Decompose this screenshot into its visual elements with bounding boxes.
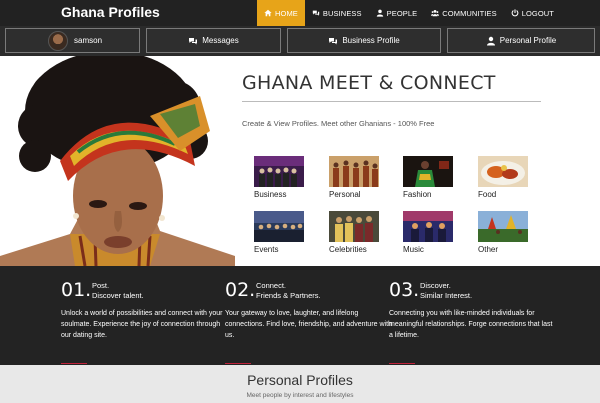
feature-description: Your gateway to love, laughter, and life… — [225, 310, 392, 339]
brand-logo[interactable]: Ghana Profiles — [61, 4, 160, 20]
nav-logout[interactable]: LOGOUT — [504, 0, 561, 26]
feature-underline — [225, 363, 251, 364]
feature-heading: Post. — [92, 281, 110, 290]
users-icon — [431, 10, 440, 17]
chat-icon — [329, 37, 338, 44]
nav-people[interactable]: PEOPLE — [369, 0, 425, 26]
personal-profiles-section: Personal Profiles Meet people by interes… — [0, 365, 600, 403]
category-label: Celebrities — [329, 245, 367, 254]
category-tile-celebrities[interactable]: Celebrities — [329, 211, 381, 254]
business-thumbnail — [254, 156, 304, 187]
features-band: 01. Post. Discover talent. Unlock a worl… — [0, 266, 600, 365]
feature-subheading: Discover talent. — [92, 291, 144, 300]
feature-heading: Discover. — [420, 281, 451, 290]
food-thumbnail — [478, 156, 528, 187]
logout-icon — [511, 9, 519, 17]
user-profile-button[interactable]: samson — [5, 28, 140, 53]
category-tile-events[interactable]: Events — [254, 211, 306, 254]
feature-number: 01. — [61, 279, 92, 301]
chat-icon — [312, 10, 320, 16]
feature-underline — [61, 363, 87, 364]
category-label: Fashion — [403, 190, 432, 199]
top-navbar: Ghana Profiles HOME BUSINESS PEOPLE COMM… — [0, 0, 600, 26]
messages-button[interactable]: Messages — [146, 28, 281, 53]
celebrities-thumbnail — [329, 211, 379, 242]
section-title: Personal Profiles — [247, 372, 353, 388]
home-icon — [264, 9, 272, 17]
business-profile-button[interactable]: Business Profile — [287, 28, 441, 53]
user-icon — [376, 9, 383, 17]
events-thumbnail — [254, 211, 304, 242]
feature-number: 02. — [225, 279, 256, 301]
personal-thumbnail — [329, 156, 379, 187]
feature-description: Unlock a world of possibilities and conn… — [61, 310, 223, 339]
nav-business[interactable]: BUSINESS — [305, 0, 369, 26]
user-icon — [486, 36, 495, 45]
nav-people-label: PEOPLE — [386, 8, 418, 18]
username: samson — [74, 36, 103, 45]
personal-profile-button[interactable]: Personal Profile — [447, 28, 595, 53]
feature-subheading: Friends & Partners. — [256, 291, 321, 300]
category-tile-fashion[interactable]: Fashion — [403, 156, 455, 199]
category-tile-personal[interactable]: Personal — [329, 156, 381, 199]
music-thumbnail — [403, 211, 453, 242]
nav-business-label: BUSINESS — [322, 8, 362, 18]
category-tile-other[interactable]: Other — [478, 211, 530, 254]
feature-number: 03. — [389, 279, 420, 301]
chat-icon — [189, 37, 198, 44]
feature-underline — [389, 363, 415, 364]
category-tile-food[interactable]: Food — [478, 156, 530, 199]
nav-home-label: HOME — [275, 8, 298, 18]
messages-label: Messages — [202, 36, 239, 45]
other-thumbnail — [478, 211, 528, 242]
nav-communities-label: COMMUNITIES — [442, 8, 497, 18]
category-tile-music[interactable]: Music — [403, 211, 455, 254]
hero-title: GHANA MEET & CONNECT — [242, 72, 496, 94]
feature-heading: Connect. — [256, 281, 287, 290]
hero-divider — [242, 101, 541, 102]
business-profile-label: Business Profile — [342, 36, 400, 45]
nav-logout-label: LOGOUT — [521, 8, 554, 18]
category-label: Business — [254, 190, 287, 199]
category-label: Food — [478, 190, 497, 199]
hero-subtitle: Create & View Profiles. Meet other Ghani… — [242, 119, 435, 128]
fashion-thumbnail — [403, 156, 453, 187]
hero-section: GHANA MEET & CONNECT Create & View Profi… — [0, 56, 600, 266]
user-toolbar: samson Messages Business Profile Persona… — [0, 26, 600, 56]
category-label: Other — [478, 245, 499, 254]
feature-subheading: Similar Interest. — [420, 291, 473, 300]
nav-communities[interactable]: COMMUNITIES — [424, 0, 503, 26]
nav-home[interactable]: HOME — [257, 0, 305, 26]
avatar — [48, 30, 68, 51]
feature-description: Connecting you with like-minded individu… — [389, 310, 553, 339]
category-label: Personal — [329, 190, 361, 199]
personal-profile-label: Personal Profile — [499, 36, 557, 45]
category-label: Events — [254, 245, 279, 254]
section-subtitle: Meet people by interest and lifestyles — [246, 392, 354, 399]
page: { "brand": "Ghana Profiles", "nav": [ {"… — [0, 0, 600, 403]
hero-portrait-image — [0, 56, 235, 266]
category-tile-business[interactable]: Business — [254, 156, 306, 199]
main-nav: HOME BUSINESS PEOPLE COMMUNITIES LOGOUT — [257, 0, 561, 26]
category-label: Music — [403, 245, 424, 254]
